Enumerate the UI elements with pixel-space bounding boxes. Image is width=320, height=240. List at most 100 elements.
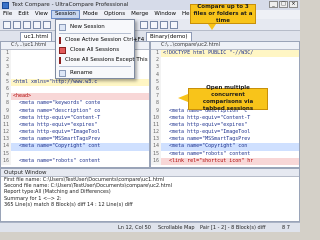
code-line[interactable]: 14 <meta name="Copyright" con	[151, 143, 299, 151]
code-line[interactable]: 16 <meta name="robots" content	[1, 157, 149, 165]
window-title: Text Compare - UltraCompare Professional	[12, 2, 129, 8]
menu-view[interactable]: View	[32, 10, 51, 19]
window-controls: _ □ ×	[269, 1, 298, 8]
compare-icon[interactable]	[33, 21, 41, 29]
code-line[interactable]: 10 <meta http-equiv="Content-T	[151, 114, 299, 122]
code-line[interactable]: 14 <meta name="Copyright" cont	[1, 143, 149, 151]
line-number: 11	[151, 121, 161, 130]
code-line[interactable]: 11 <meta http-equiv="expires"	[151, 121, 299, 130]
code-text: <meta http-equiv="expires"	[13, 121, 98, 128]
line-number: 2	[1, 57, 11, 65]
code-line[interactable]: 2	[151, 57, 299, 65]
line-number: 1	[151, 50, 161, 58]
code-line[interactable]: 5 <html xmlns="http://www.w3.c	[1, 78, 149, 86]
callout-arrow-top	[208, 24, 216, 30]
code-line[interactable]: 8 <meta name="keywords" conte	[1, 100, 149, 108]
output-window: Output Window First file name: C:\Users\…	[0, 168, 300, 222]
status-diff: Pair [1 - 2] - 8 Block(s) diff	[200, 225, 266, 231]
line-number: 10	[1, 114, 11, 122]
maximize-button[interactable]: □	[279, 1, 288, 8]
line-number: 5	[1, 78, 11, 86]
code-line[interactable]: 1 <!DOCTYPE html PUBLIC "-//W3C/	[151, 50, 299, 58]
callout-arrow-middle	[178, 94, 188, 102]
status-count: 8 7	[282, 225, 290, 231]
line-number: 5	[151, 78, 161, 86]
menu-merge[interactable]: Merge	[128, 10, 151, 19]
tab-uc1[interactable]: uc1.html	[20, 32, 53, 41]
menu-edit[interactable]: Edit	[15, 10, 32, 19]
save-icon[interactable]	[13, 21, 21, 29]
menu-separator	[59, 33, 131, 34]
tab-binary-demo[interactable]: Binary(demo)	[146, 32, 192, 41]
output-window-title: Output Window	[1, 169, 299, 177]
menu-item-rename[interactable]: Rename	[56, 68, 134, 78]
status-position: Ln 12, Col 50	[118, 225, 151, 231]
line-number: 4	[151, 71, 161, 79]
code-line[interactable]: 13 <meta name="MSSmartTagsPrev	[1, 136, 149, 144]
open-icon[interactable]	[3, 21, 11, 29]
options-icon[interactable]	[170, 21, 178, 29]
code-text: <meta name="description" co	[13, 107, 101, 114]
line-number: 9	[151, 107, 161, 115]
line-number: 6	[1, 85, 11, 94]
line-number: 12	[151, 129, 161, 137]
line-number: 13	[1, 136, 11, 144]
code-line[interactable]: 4	[151, 71, 299, 79]
code-line[interactable]: 3	[151, 64, 299, 72]
code-text: <meta name="Copyright" con	[163, 143, 248, 150]
callout-compare-files: Compare up to 3 files or folders at a ti…	[190, 4, 256, 24]
line-number: 14	[151, 143, 161, 151]
menu-file[interactable]: File	[0, 10, 15, 19]
code-text: <meta name="MSSmartTagsPrev	[13, 136, 101, 143]
menu-item-close-all[interactable]: Close All Sessions	[56, 45, 134, 55]
code-line[interactable]: 9 <meta name="description" co	[1, 107, 149, 115]
line-number: 9	[1, 107, 11, 115]
minimize-button[interactable]: _	[269, 1, 278, 8]
close-session-icon	[59, 36, 61, 44]
new-session-icon	[59, 23, 66, 31]
prev-diff-icon[interactable]	[140, 21, 148, 29]
menu-options[interactable]: Options	[101, 10, 128, 19]
code-text: <meta name="robots" content	[163, 150, 251, 157]
output-line: 365 Line(s) match 8 Block(s) diff 14 : 1…	[4, 201, 133, 208]
code-line[interactable]: 16 <link rel="shortcut icon" hr	[151, 157, 299, 165]
code-line[interactable]: 7 <head>	[1, 93, 149, 101]
menu-mode[interactable]: Mode	[80, 10, 101, 19]
menu-window[interactable]: Window	[151, 10, 179, 19]
code-line[interactable]: 12 <meta http-equiv="ImageTool	[1, 129, 149, 137]
next-diff-icon[interactable]	[150, 21, 158, 29]
code-line[interactable]: 11 <meta http-equiv="expires"	[1, 121, 149, 130]
menu-separator	[59, 66, 131, 67]
right-pane-path: C:\...\compare\uc2.html	[151, 42, 299, 50]
line-number: 14	[1, 143, 11, 151]
refresh-icon[interactable]	[23, 21, 31, 29]
merge-icon[interactable]	[43, 21, 51, 29]
find-icon[interactable]	[160, 21, 168, 29]
code-text: <meta http-equiv="ImageTool	[163, 129, 251, 136]
menu-session[interactable]: Session	[50, 10, 80, 19]
code-line[interactable]: 10 <meta http-equiv="Content-T	[1, 114, 149, 122]
menu-item-close-active[interactable]: Close Active Session Ctrl+F4	[56, 35, 144, 45]
code-line[interactable]: 15 <meta name="robots" content	[151, 150, 299, 158]
menu-item-new-session[interactable]: New Session	[56, 22, 134, 32]
line-number: 11	[1, 121, 11, 130]
close-others-icon	[59, 56, 61, 64]
menu-item-close-all-except[interactable]: Close All Sessions Except This	[56, 55, 148, 65]
code-text: <link rel="shortcut icon" hr	[163, 157, 254, 164]
line-number: 3	[1, 64, 11, 72]
close-button[interactable]: ×	[289, 1, 298, 8]
code-line[interactable]: 13 <meta name="MSSmartTagsPrev	[151, 136, 299, 144]
code-line[interactable]: 6	[1, 85, 149, 94]
status-bar: Ln 12, Col 50 Scrollable Map Pair [1 - 2…	[0, 222, 300, 232]
line-number: 12	[1, 129, 11, 137]
code-line[interactable]: 12 <meta http-equiv="ImageTool	[151, 129, 299, 137]
code-line[interactable]: 15	[1, 150, 149, 158]
code-text: <meta name="Copyright" cont	[13, 143, 101, 150]
